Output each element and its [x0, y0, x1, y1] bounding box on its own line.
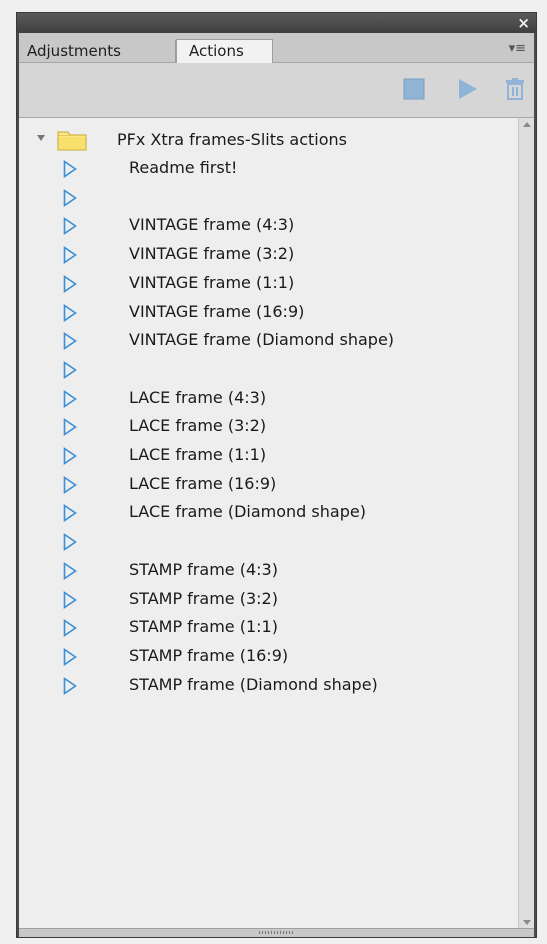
action-label: STAMP frame (1:1)	[129, 617, 278, 637]
play-triangle-icon	[63, 418, 77, 440]
panel-title-bar[interactable]: ×	[17, 13, 536, 33]
play-triangle-icon[interactable]	[457, 78, 479, 104]
play-triangle-icon	[63, 217, 77, 239]
action-row[interactable]: STAMP frame (Diamond shape)	[19, 671, 519, 699]
play-triangle-icon	[63, 676, 77, 699]
action-row[interactable]: VINTAGE frame (1:1)	[19, 269, 519, 297]
play-triangle-icon	[63, 274, 77, 297]
resize-grip[interactable]	[19, 928, 534, 937]
close-icon[interactable]: ×	[517, 14, 530, 32]
tab-bar: Adjustments Actions ▾≡	[19, 33, 534, 63]
action-row[interactable]: LACE frame (Diamond shape)	[19, 498, 519, 526]
actions-toolbar	[19, 63, 534, 118]
actions-panel: × Adjustments Actions ▾≡ PFx Xtra frames…	[16, 12, 537, 938]
action-label: VINTAGE frame (3:2)	[129, 244, 295, 264]
play-triangle-icon	[63, 389, 77, 412]
play-triangle-icon	[63, 619, 77, 641]
action-label: LACE frame (4:3)	[129, 387, 267, 407]
action-row[interactable]: VINTAGE frame (3:2)	[19, 240, 519, 268]
play-triangle-icon	[63, 332, 77, 354]
action-row[interactable]: Readme first!	[19, 154, 519, 182]
action-set-label: PFx Xtra frames-Slits actions	[117, 130, 347, 149]
action-label: STAMP frame (16:9)	[129, 645, 289, 665]
folder-icon	[57, 131, 87, 155]
action-row[interactable]: VINTAGE frame (4:3)	[19, 211, 519, 239]
play-triangle-icon	[63, 159, 77, 182]
play-triangle-icon	[63, 533, 77, 555]
tab-actions[interactable]: Actions	[176, 39, 273, 63]
action-row[interactable]: VINTAGE frame (Diamond shape)	[19, 326, 519, 354]
action-row[interactable]	[19, 355, 519, 383]
action-label: STAMP frame (3:2)	[129, 588, 278, 608]
play-triangle-icon	[63, 475, 77, 498]
stop-square-icon[interactable]	[403, 78, 425, 104]
grip-lines-icon	[258, 931, 295, 934]
action-row[interactable]: STAMP frame (1:1)	[19, 613, 519, 641]
play-triangle-icon	[63, 246, 77, 268]
panel-menu-icon[interactable]: ▾≡	[509, 41, 526, 56]
action-row[interactable]: LACE frame (16:9)	[19, 470, 519, 498]
action-row[interactable]: LACE frame (4:3)	[19, 384, 519, 412]
action-label: Readme first!	[129, 158, 238, 177]
tab-adjustments[interactable]: Adjustments	[19, 40, 176, 62]
actions-list: PFx Xtra frames-Slits actions Readme fir…	[19, 118, 519, 929]
chevron-down-icon[interactable]	[37, 135, 45, 141]
action-label: VINTAGE frame (Diamond shape)	[129, 330, 395, 350]
play-triangle-icon	[63, 590, 77, 613]
play-triangle-icon	[63, 360, 77, 383]
action-label: LACE frame (3:2)	[129, 416, 267, 436]
play-triangle-icon	[63, 303, 77, 326]
scroll-down-icon[interactable]	[523, 920, 531, 925]
action-label: VINTAGE frame (16:9)	[129, 301, 305, 321]
play-triangle-icon	[63, 504, 77, 526]
scrollbar[interactable]	[518, 118, 534, 929]
action-label: VINTAGE frame (1:1)	[129, 272, 295, 292]
play-triangle-icon	[63, 188, 77, 211]
action-label: LACE frame (1:1)	[129, 445, 267, 464]
action-row[interactable]: LACE frame (1:1)	[19, 441, 519, 469]
play-triangle-icon	[63, 647, 77, 670]
trash-icon[interactable]	[505, 78, 525, 104]
action-row[interactable]: VINTAGE frame (16:9)	[19, 298, 519, 326]
action-row[interactable]: STAMP frame (16:9)	[19, 642, 519, 670]
action-row[interactable]: STAMP frame (3:2)	[19, 585, 519, 613]
action-row[interactable]	[19, 527, 519, 555]
action-row[interactable]	[19, 183, 519, 211]
action-label: VINTAGE frame (4:3)	[129, 215, 295, 235]
play-triangle-icon	[63, 561, 77, 584]
action-set-row[interactable]: PFx Xtra frames-Slits actions	[19, 126, 519, 154]
scroll-up-icon[interactable]	[523, 122, 531, 127]
action-label: LACE frame (16:9)	[129, 473, 277, 493]
action-label: STAMP frame (Diamond shape)	[129, 674, 378, 694]
action-row[interactable]: LACE frame (3:2)	[19, 412, 519, 440]
action-label: LACE frame (Diamond shape)	[129, 502, 366, 522]
action-row[interactable]: STAMP frame (4:3)	[19, 556, 519, 584]
action-label: STAMP frame (4:3)	[129, 559, 278, 579]
play-triangle-icon	[63, 446, 77, 469]
